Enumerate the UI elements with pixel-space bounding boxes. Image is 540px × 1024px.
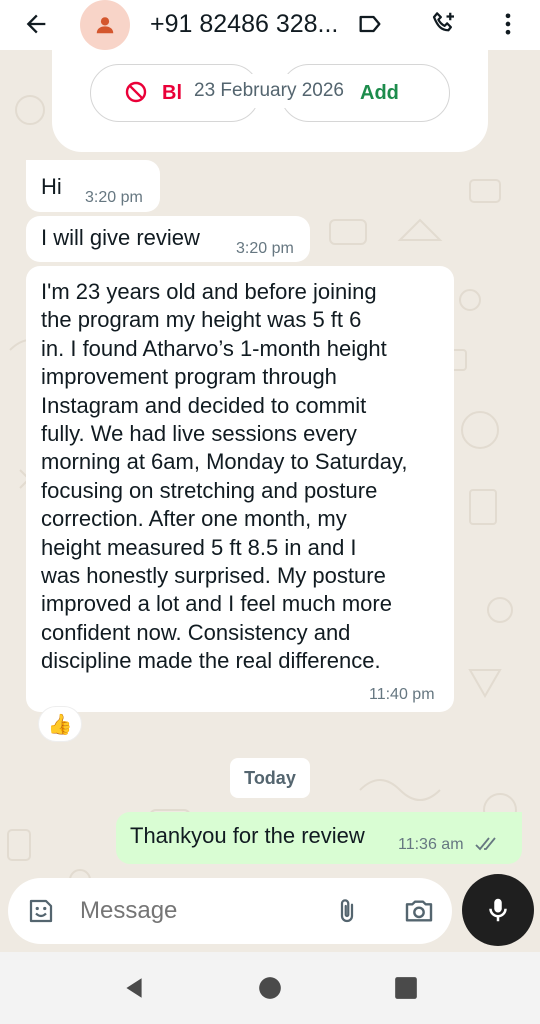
message-line: was honestly surprised. My posture (41, 563, 386, 589)
avatar[interactable] (80, 0, 130, 50)
message-line: height measured 5 ft 8.5 in and I (41, 534, 357, 560)
chat-header: +91 82486 328... (0, 0, 540, 50)
message-bubble-outgoing[interactable]: Thankyou for the review 11:36 am (116, 812, 522, 864)
circle-home-icon[interactable] (256, 974, 284, 1002)
message-line: improvement program through (41, 364, 337, 390)
block-icon (125, 81, 147, 103)
more-vert-icon[interactable] (492, 8, 524, 40)
camera-icon[interactable] (402, 894, 436, 928)
message-line: fully. We had live sessions every (41, 421, 357, 447)
triangle-back-icon[interactable] (120, 974, 148, 1002)
message-line: the program my height was 5 ft 6 (41, 307, 362, 333)
message-line: focusing on stretching and posture (41, 477, 378, 503)
message-bubble-incoming[interactable]: I will give review 3:20 pm (26, 216, 310, 262)
message-line: I'm 23 years old and before joining (41, 279, 377, 304)
message-bubble-incoming[interactable]: I'm 23 years old and before joining the … (26, 266, 454, 712)
message-text: I'm 23 years old and before joining the … (41, 278, 451, 676)
message-line: in. I found Atharvo’s 1-month height (41, 335, 387, 361)
add-call-icon[interactable] (428, 8, 460, 40)
message-time: 3:20 pm (236, 240, 294, 257)
sticker-icon[interactable] (24, 894, 58, 928)
arrow-left-icon[interactable] (20, 8, 52, 40)
label-icon[interactable] (354, 8, 386, 40)
message-text: Hi (41, 174, 62, 199)
message-line: Instagram and decided to commit (41, 392, 367, 418)
message-line: improved a lot and I feel much more (41, 591, 392, 617)
double-check-icon (475, 837, 496, 851)
message-time: 11:40 pm (369, 686, 435, 703)
date-chip: 23 February 2026 (184, 74, 354, 108)
message-time: 11:36 am (398, 836, 464, 853)
add-label: Add (360, 82, 399, 104)
message-bubble-incoming[interactable]: Hi 3:20 pm (26, 160, 160, 212)
message-input[interactable] (80, 897, 310, 925)
microphone-button[interactable] (462, 874, 534, 946)
message-line: discipline made the real difference. (41, 648, 381, 674)
message-line: morning at 6am, Monday to Saturday, (41, 449, 408, 475)
person-icon (96, 17, 114, 34)
square-recents-icon[interactable] (392, 974, 420, 1002)
today-chip: Today (230, 758, 310, 798)
microphone-icon (489, 898, 507, 922)
block-label: Bl (162, 82, 182, 104)
reaction-thumbs-up[interactable]: 👍 (38, 706, 82, 742)
message-text: I will give review (41, 225, 200, 250)
paperclip-icon[interactable] (330, 894, 364, 928)
contact-name[interactable]: +91 82486 328... (150, 10, 340, 39)
message-line: correction. After one month, my (41, 506, 347, 532)
message-text: Thankyou for the review (130, 823, 365, 848)
message-time: 3:20 pm (85, 189, 143, 206)
message-line: confident now. Consistency and (41, 619, 351, 645)
